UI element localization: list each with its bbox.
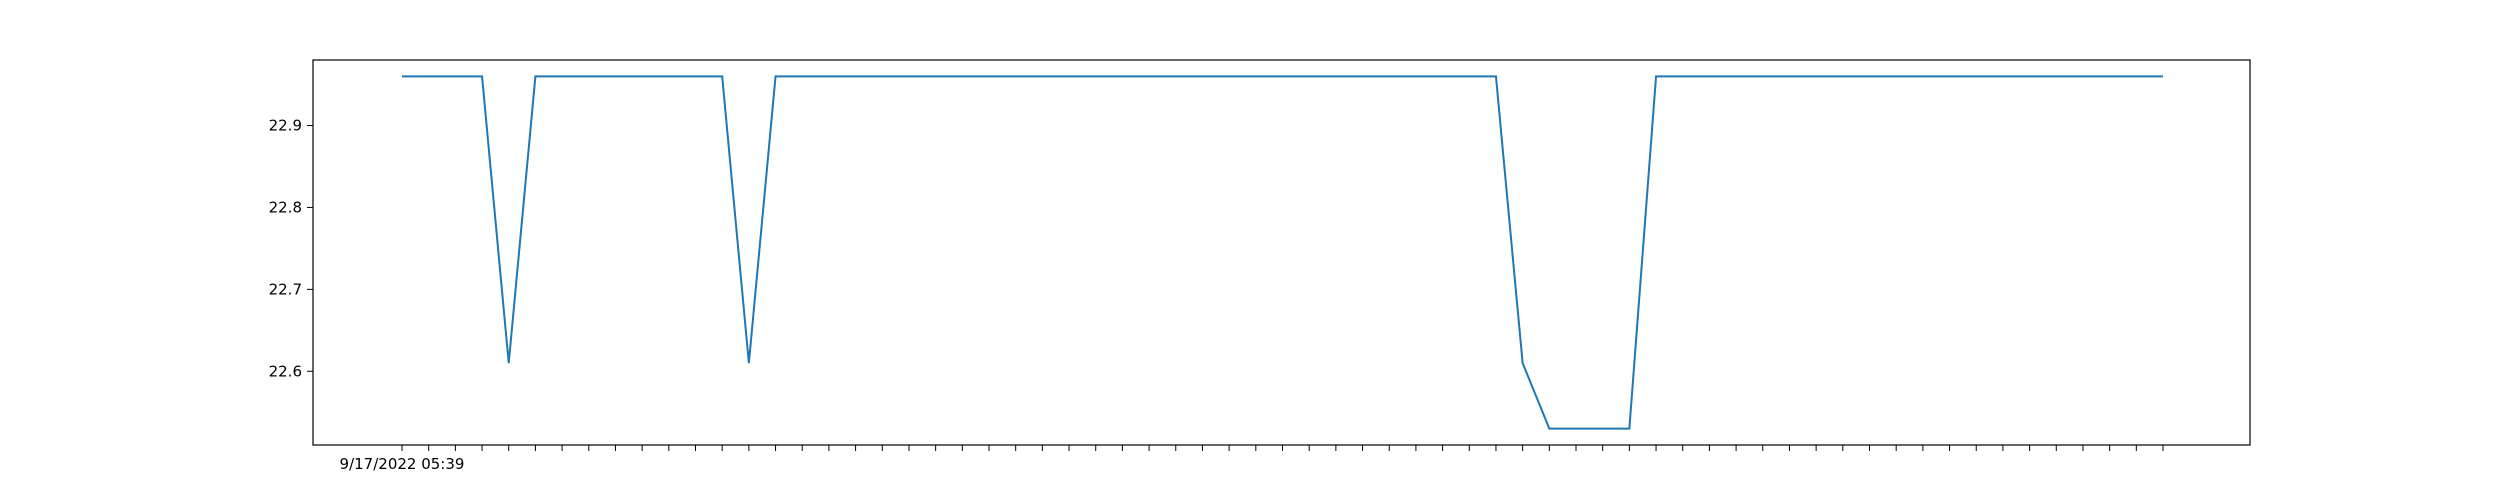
plot-area-background bbox=[313, 60, 2250, 445]
x-tick-label: 9/17/2022 05:39 bbox=[340, 455, 465, 473]
y-tick-label: 22.6 bbox=[269, 362, 302, 380]
y-tick-label: 22.8 bbox=[269, 198, 302, 216]
y-axis: 22.6 22.7 22.8 22.9 bbox=[269, 117, 313, 380]
x-axis: 9/17/2022 05:39 bbox=[340, 445, 2164, 473]
y-tick-label: 22.7 bbox=[269, 280, 302, 298]
chart-figure: 22.6 22.7 22.8 22.9 9/17/2022 05:39 bbox=[0, 0, 2500, 500]
line-chart: 22.6 22.7 22.8 22.9 9/17/2022 05:39 bbox=[269, 59, 2251, 473]
y-tick-label: 22.9 bbox=[269, 117, 302, 135]
